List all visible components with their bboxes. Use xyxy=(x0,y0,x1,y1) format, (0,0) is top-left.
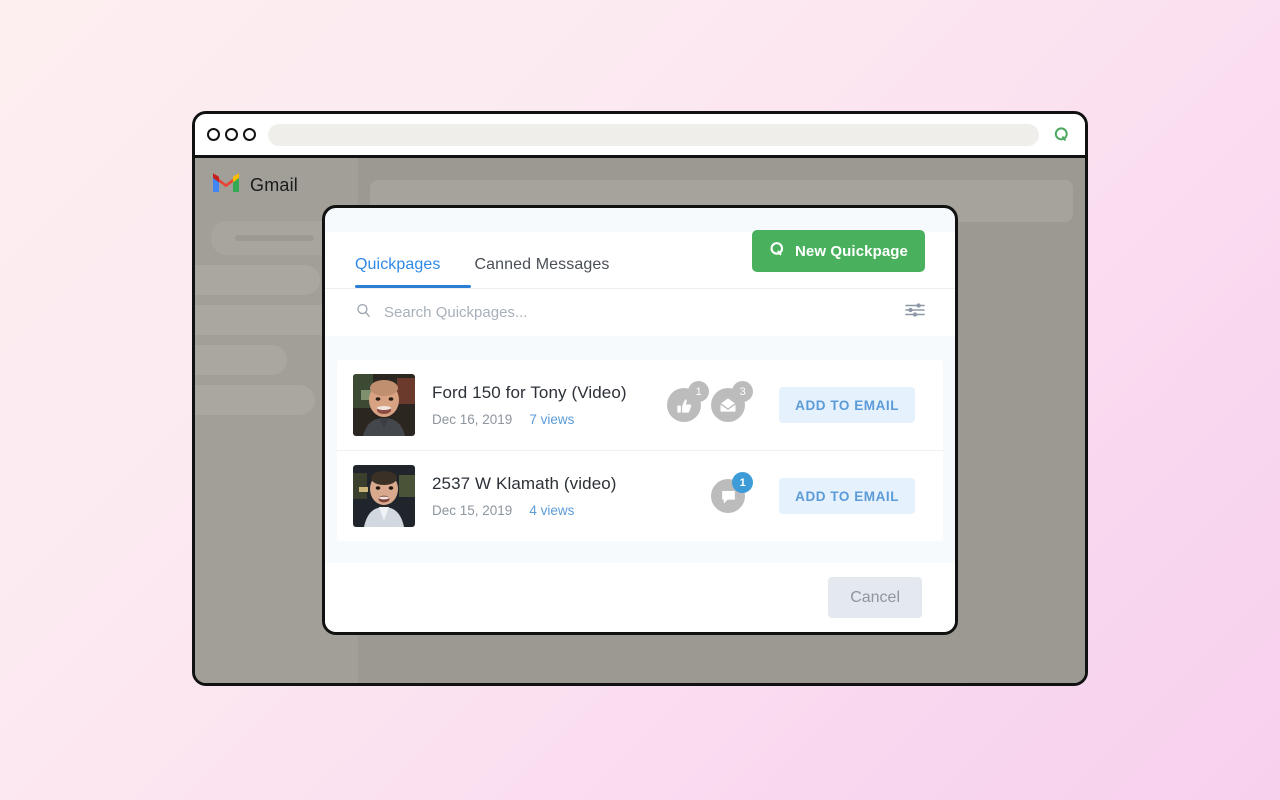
quickpages-search-row xyxy=(325,288,955,336)
filter-sliders-icon[interactable] xyxy=(905,301,925,324)
quickpages-list-card: Ford 150 for Tony (Video) Dec 16, 2019 7… xyxy=(337,360,943,541)
list-item-info: Ford 150 for Tony (Video) Dec 16, 2019 7… xyxy=(415,383,667,427)
stat-opens[interactable]: 3 xyxy=(711,381,754,422)
skeleton-nav-row xyxy=(195,265,320,295)
gmail-brand: Gmail xyxy=(195,171,358,199)
status-badge: 3 xyxy=(732,381,754,402)
stat-comments[interactable]: 1 xyxy=(711,472,754,513)
skeleton-nav-row xyxy=(195,305,338,335)
search-icon xyxy=(355,302,372,324)
quickpages-modal: Quickpages Canned Messages New Quickpage xyxy=(322,205,958,635)
address-bar[interactable] xyxy=(268,123,1039,146)
window-dot-maximize[interactable] xyxy=(243,128,256,141)
gmail-logo-icon xyxy=(211,171,241,199)
list-item-title: Ford 150 for Tony (Video) xyxy=(432,383,627,402)
list-item-meta: Dec 15, 2019 4 views xyxy=(432,503,711,518)
list-item[interactable]: 2537 W Klamath (video) Dec 15, 2019 4 vi… xyxy=(337,451,943,541)
skeleton-nav-row xyxy=(195,385,315,415)
search-input[interactable] xyxy=(384,304,893,321)
tab-quickpages[interactable]: Quickpages xyxy=(355,256,441,288)
modal-header: Quickpages Canned Messages New Quickpage xyxy=(325,230,955,288)
add-to-email-button[interactable]: ADD TO EMAIL xyxy=(779,387,915,423)
list-item-date: Dec 16, 2019 xyxy=(432,412,513,427)
quickpage-logo-icon[interactable] xyxy=(1051,124,1073,146)
quickpage-logo-icon xyxy=(769,241,786,262)
modal-tabs: Quickpages Canned Messages New Quickpage xyxy=(355,230,925,288)
list-item-views[interactable]: 4 views xyxy=(529,503,574,518)
list-item-meta: Dec 16, 2019 7 views xyxy=(432,412,667,427)
new-quickpage-label: New Quickpage xyxy=(794,242,908,260)
browser-toolbar xyxy=(195,114,1085,158)
list-item-title: 2537 W Klamath (video) xyxy=(432,474,617,493)
list-item-info: 2537 W Klamath (video) Dec 15, 2019 4 vi… xyxy=(415,474,711,518)
list-item-stats: 1 3 xyxy=(667,381,754,422)
quickpages-list[interactable]: Ford 150 for Tony (Video) Dec 16, 2019 7… xyxy=(325,336,955,563)
window-dot-minimize[interactable] xyxy=(225,128,238,141)
window-controls xyxy=(207,128,256,141)
quickpage-thumbnail xyxy=(353,465,415,527)
add-to-email-button[interactable]: ADD TO EMAIL xyxy=(779,478,915,514)
tab-canned-messages[interactable]: Canned Messages xyxy=(475,256,610,288)
gmail-brand-label: Gmail xyxy=(250,174,299,195)
skeleton-nav-row xyxy=(195,345,287,375)
stat-likes[interactable]: 1 xyxy=(667,381,710,422)
window-dot-close[interactable] xyxy=(207,128,220,141)
quickpage-thumbnail xyxy=(353,374,415,436)
status-badge: 1 xyxy=(688,381,710,402)
modal-footer: Cancel xyxy=(325,563,955,632)
new-quickpage-button[interactable]: New Quickpage xyxy=(751,230,925,272)
list-item-views[interactable]: 7 views xyxy=(529,412,574,427)
list-item[interactable]: Ford 150 for Tony (Video) Dec 16, 2019 7… xyxy=(337,360,943,451)
list-item-stats: 1 xyxy=(711,472,754,513)
cancel-button[interactable]: Cancel xyxy=(828,577,922,618)
list-item-date: Dec 15, 2019 xyxy=(432,503,513,518)
status-badge: 1 xyxy=(732,472,754,493)
